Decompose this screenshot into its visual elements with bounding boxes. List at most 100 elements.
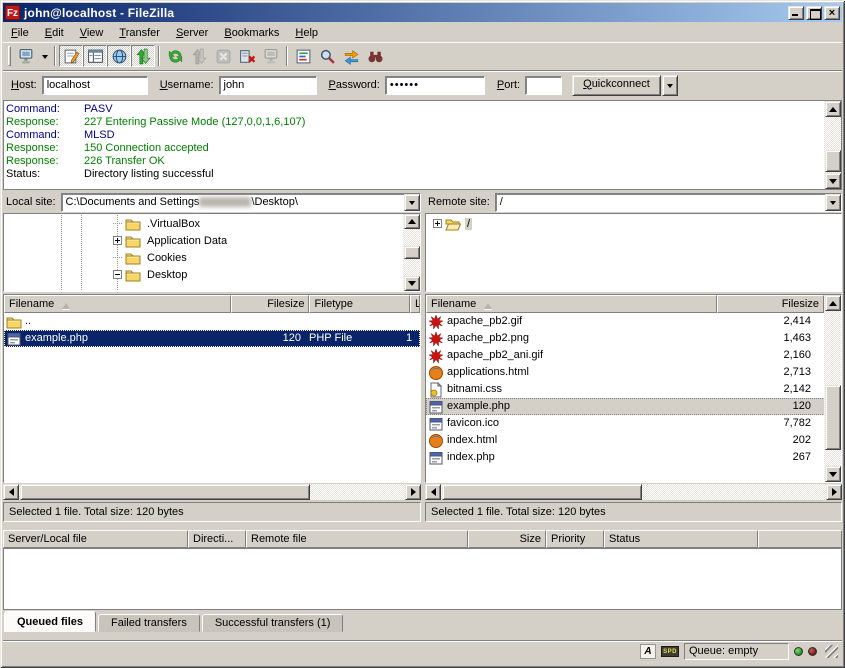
port-input[interactable]: [525, 76, 562, 95]
remote-file-row[interactable]: apache_pb2.gif 2,414: [426, 313, 841, 330]
menu-edit[interactable]: Edit: [37, 25, 72, 41]
tree-item-desktop[interactable]: Desktop: [5, 266, 419, 283]
column-header-status[interactable]: Status: [604, 530, 758, 548]
log-line: Response:226 Transfer OK: [6, 155, 821, 168]
remote-file-row[interactable]: favicon.ico 7,782: [426, 415, 841, 432]
toggle-message-log-button[interactable]: [59, 45, 83, 67]
column-header-filename[interactable]: Filename: [4, 295, 231, 313]
remote-file-row[interactable]: bitnami.css 2,142: [426, 381, 841, 398]
cancel-operation-button[interactable]: [211, 45, 235, 67]
menu-transfer[interactable]: Transfer: [111, 25, 168, 41]
site-manager-button[interactable]: [14, 45, 38, 67]
remote-file-row[interactable]: apache_pb2_ani.gif 2,160: [426, 347, 841, 364]
apache-image-icon: [428, 331, 444, 347]
toolbar-grip[interactable]: [8, 46, 11, 66]
menu-server[interactable]: Server: [168, 25, 216, 41]
expand-plus-icon[interactable]: [433, 219, 442, 228]
remote-site-combo[interactable]: /: [495, 193, 842, 212]
tree-item-root[interactable]: /: [427, 215, 840, 232]
column-header-filetype[interactable]: Filetype: [309, 295, 410, 313]
column-header-remote-file[interactable]: Remote file: [246, 530, 468, 548]
toggle-remote-tree-button[interactable]: [107, 45, 131, 67]
refresh-button[interactable]: [163, 45, 187, 67]
collapse-minus-icon[interactable]: [113, 270, 122, 279]
remote-site-combo-dropdown[interactable]: [825, 194, 841, 211]
minimize-button[interactable]: [788, 6, 804, 20]
remote-file-row[interactable]: apache_pb2.png 1,463: [426, 330, 841, 347]
column-header-last-modified[interactable]: Last modified: [410, 295, 420, 313]
column-header-size[interactable]: Size: [468, 530, 546, 548]
local-file-list-header: Filename Filesize Filetype Last modified: [4, 295, 420, 313]
find-files-button[interactable]: [363, 45, 387, 67]
queue-list-empty[interactable]: [3, 548, 842, 610]
scroll-down-button[interactable]: [825, 466, 841, 482]
scroll-thumb[interactable]: [404, 246, 420, 259]
remote-list-scrollbar[interactable]: [824, 295, 841, 482]
menu-bookmarks[interactable]: Bookmarks: [216, 25, 287, 41]
scroll-right-button[interactable]: [405, 484, 421, 500]
remote-file-row-example-php[interactable]: example.php 120: [426, 398, 841, 415]
scroll-thumb[interactable]: [20, 484, 310, 500]
local-site-combo[interactable]: C:\Documents and Settings\Desktop\: [61, 193, 421, 212]
disconnect-button[interactable]: [235, 45, 259, 67]
local-site-label: Local site:: [3, 196, 61, 208]
close-button[interactable]: ×: [824, 6, 840, 20]
tree-item-application-data[interactable]: Application Data: [5, 232, 419, 249]
remote-file-row[interactable]: index.php 267: [426, 449, 841, 466]
column-header-filesize[interactable]: Filesize: [231, 295, 310, 313]
scroll-thumb[interactable]: [442, 484, 642, 500]
local-site-combo-dropdown[interactable]: [404, 194, 420, 211]
local-file-row-example-php[interactable]: example.php 120 PHP File 1: [4, 330, 420, 347]
local-site-path[interactable]: C:\Documents and Settings\Desktop\: [62, 194, 404, 211]
menu-view[interactable]: View: [72, 25, 112, 41]
expand-plus-icon[interactable]: [113, 236, 122, 245]
column-header-filesize[interactable]: Filesize: [717, 295, 824, 313]
maximize-button[interactable]: [806, 6, 822, 20]
quickconnect-button[interactable]: Quickconnect: [572, 75, 661, 96]
scroll-up-button[interactable]: [404, 214, 420, 229]
scroll-up-button[interactable]: [825, 295, 841, 311]
column-header-direction[interactable]: Directi...: [188, 530, 246, 548]
toggle-transfer-queue-button[interactable]: [131, 45, 155, 67]
scroll-up-button[interactable]: [825, 101, 841, 117]
column-header-server-local-file[interactable]: Server/Local file: [3, 530, 188, 548]
toggle-local-tree-button[interactable]: [83, 45, 107, 67]
tree-item-cookies[interactable]: Cookies: [5, 249, 419, 266]
title-bar[interactable]: Fz john@localhost - FileZilla ×: [3, 3, 842, 22]
menu-file[interactable]: File: [3, 25, 37, 41]
remote-file-row[interactable]: applications.html 2,713: [426, 364, 841, 381]
scroll-thumb[interactable]: [825, 385, 841, 450]
log-scrollbar[interactable]: [824, 101, 841, 189]
remote-site-path[interactable]: /: [496, 194, 825, 211]
scroll-down-button[interactable]: [404, 276, 420, 291]
tree-item-virtualbox[interactable]: .VirtualBox: [5, 215, 419, 232]
tab-successful-transfers[interactable]: Successful transfers (1): [202, 614, 344, 632]
resize-grip[interactable]: [825, 645, 838, 658]
password-input[interactable]: ••••••: [385, 76, 485, 95]
local-hscrollbar[interactable]: [3, 484, 421, 500]
tab-failed-transfers[interactable]: Failed transfers: [98, 614, 200, 632]
remote-file-row[interactable]: index.html 202: [426, 432, 841, 449]
scroll-left-button[interactable]: [425, 484, 441, 500]
tab-queued-files[interactable]: Queued files: [4, 611, 96, 632]
column-header-priority[interactable]: Priority: [546, 530, 604, 548]
username-input[interactable]: john: [219, 76, 317, 95]
scroll-thumb[interactable]: [825, 150, 841, 172]
reconnect-button[interactable]: [259, 45, 283, 67]
process-queue-button[interactable]: [187, 45, 211, 67]
remote-hscrollbar[interactable]: [425, 484, 842, 500]
scroll-down-button[interactable]: [825, 173, 841, 189]
site-manager-dropdown[interactable]: [38, 45, 51, 67]
synchronized-browsing-button[interactable]: [339, 45, 363, 67]
scroll-left-button[interactable]: [3, 484, 19, 500]
column-header-filename[interactable]: Filename: [426, 295, 717, 313]
filezilla-window: Fz john@localhost - FileZilla × File Edi…: [0, 0, 845, 668]
menu-help[interactable]: Help: [287, 25, 326, 41]
local-file-row-parent[interactable]: ..: [4, 313, 420, 330]
directory-comparison-button[interactable]: [315, 45, 339, 67]
host-input[interactable]: localhost: [42, 76, 148, 95]
quickconnect-dropdown[interactable]: [662, 75, 678, 96]
directory-listing-filters-button[interactable]: [291, 45, 315, 67]
local-tree-scrollbar[interactable]: [403, 214, 420, 291]
scroll-right-button[interactable]: [826, 484, 842, 500]
